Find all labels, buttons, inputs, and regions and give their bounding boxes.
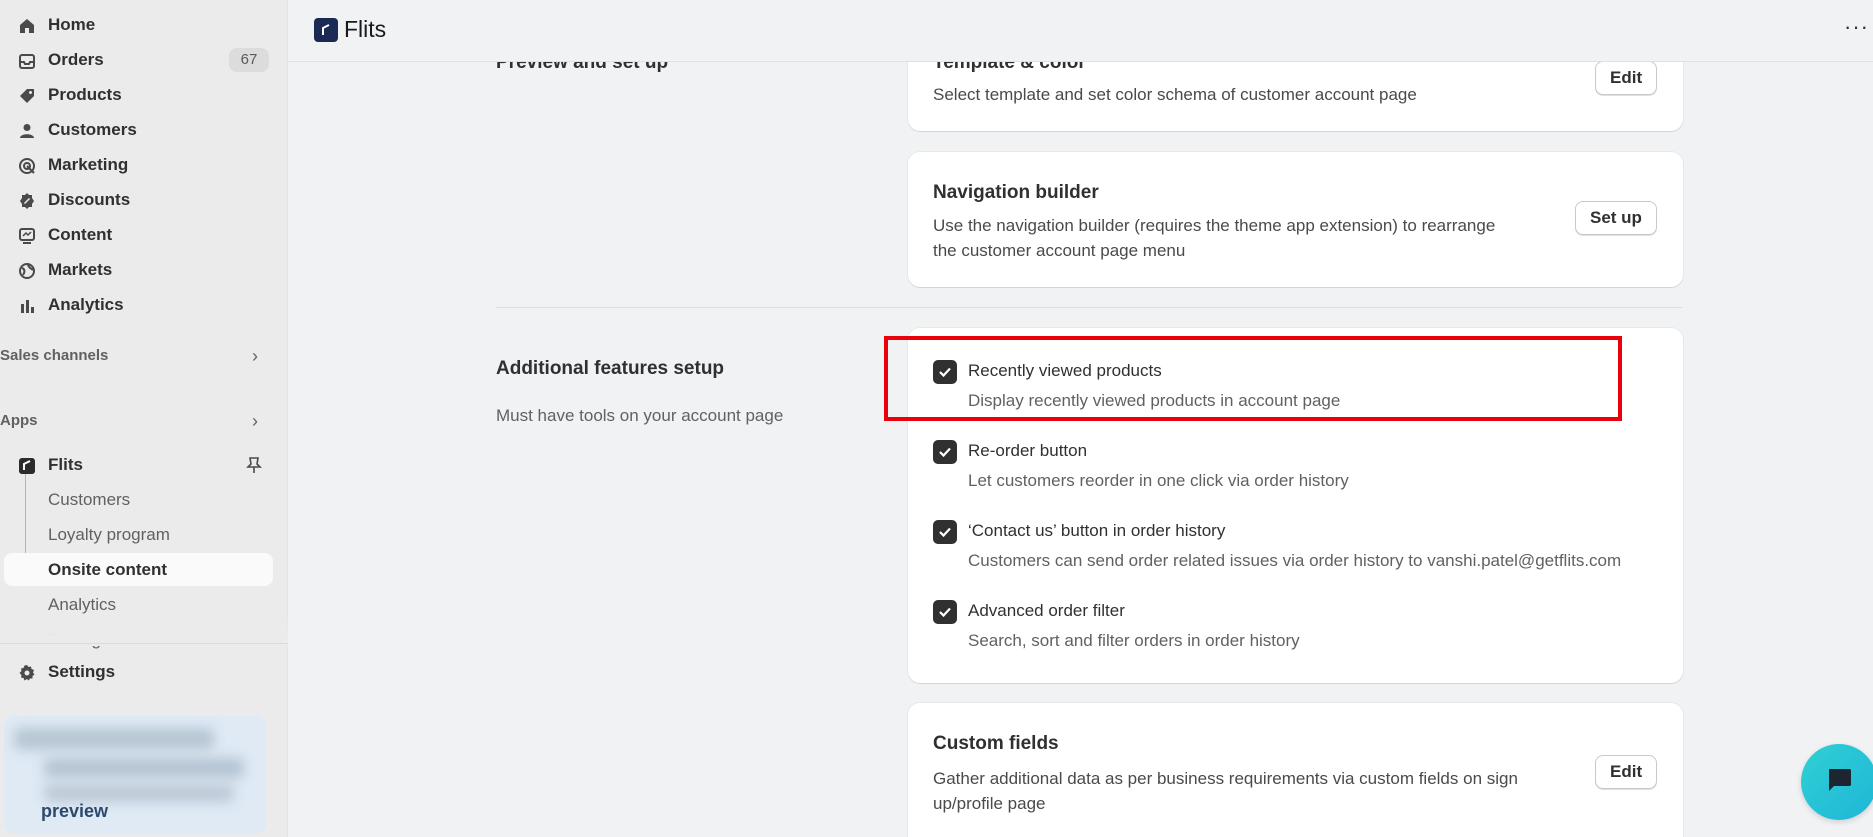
feature-desc: Search, sort and filter orders in order …	[968, 631, 1300, 650]
app-title: Flits	[344, 16, 387, 42]
feature-title: ‘Contact us’ button in order history	[968, 521, 1226, 540]
nav-builder-desc: Use the navigation builder (requires the…	[933, 216, 1496, 260]
section-divider	[496, 307, 1682, 308]
feature-desc: Customers can send order related issues …	[968, 551, 1622, 570]
gear-icon	[18, 664, 36, 682]
nav-discounts[interactable]: Discounts	[0, 183, 280, 216]
nav-home-label: Home	[48, 14, 96, 34]
feature-desc: Let customers reorder in one click via o…	[968, 471, 1349, 490]
custom-fields-title: Custom fields	[933, 733, 1059, 754]
sidebar: Home Orders 67 Products Customers Market…	[0, 0, 288, 837]
section-features-subtitle: Must have tools on your account page	[496, 406, 784, 425]
globe-icon	[18, 262, 36, 280]
custom-fields-card: Custom fields Gather additional data as …	[908, 703, 1683, 837]
preview-label: preview	[41, 801, 109, 821]
chat-bubble-icon	[1825, 767, 1853, 798]
nav-builder-setup-button[interactable]: Set up	[1575, 201, 1657, 235]
content-icon	[18, 227, 36, 245]
sidebar-separator	[0, 643, 288, 644]
discount-icon	[18, 192, 36, 210]
nav-customers-label: Customers	[48, 119, 137, 139]
nav-builder-title: Navigation builder	[933, 182, 1099, 203]
sub-item-loyalty-program[interactable]: Loyalty program	[48, 525, 170, 545]
nav-settings-label: Settings	[48, 661, 116, 681]
apps-chevron-icon[interactable]: ›	[252, 412, 266, 430]
person-icon	[18, 122, 36, 140]
store-preview-card[interactable]: preview	[4, 716, 266, 834]
sub-item-customers[interactable]: Customers	[48, 490, 130, 510]
blurred-store-info-2	[44, 784, 234, 802]
nav-products-label: Products	[48, 84, 122, 104]
sub-item-onsite-content[interactable]: Onsite content	[48, 560, 167, 580]
feature-title: Advanced order filter	[968, 601, 1125, 620]
section-features-title: Additional features setup	[496, 358, 725, 379]
sales-channels-chevron-icon[interactable]: ›	[252, 347, 266, 365]
nav-products[interactable]: Products	[0, 78, 280, 111]
bar-chart-icon	[18, 297, 36, 315]
checkbox-order-filter[interactable]	[933, 600, 957, 624]
home-icon	[18, 17, 36, 35]
nav-marketing-label: Marketing	[48, 154, 129, 174]
template-card-desc: Select template and set color schema of …	[933, 85, 1417, 104]
nav-analytics-label: Analytics	[48, 294, 124, 314]
blurred-store-info	[44, 758, 244, 778]
scroll-fade	[0, 610, 288, 646]
orders-count-badge: 67	[229, 47, 269, 72]
flits-logo-icon	[314, 18, 338, 42]
nav-orders-label: Orders	[48, 49, 104, 69]
chat-button[interactable]	[1801, 744, 1873, 820]
navigation-builder-card: Navigation builder Use the navigation bu…	[908, 152, 1683, 287]
nav-content[interactable]: Content	[0, 218, 280, 251]
checkbox-contact-us[interactable]	[933, 520, 957, 544]
nav-orders[interactable]: Orders 67	[0, 43, 280, 76]
nav-marketing[interactable]: Marketing	[0, 148, 280, 181]
orders-icon	[18, 52, 36, 70]
more-actions-icon[interactable]: ···	[1844, 14, 1869, 40]
target-icon	[18, 157, 36, 175]
sales-channels-heading[interactable]: Sales channels	[0, 347, 108, 364]
nav-app-flits[interactable]: Flits	[0, 448, 280, 481]
nav-markets-label: Markets	[48, 259, 113, 279]
apps-heading[interactable]: Apps	[0, 412, 38, 429]
nav-customers[interactable]: Customers	[0, 113, 280, 146]
checkbox-reorder[interactable]	[933, 440, 957, 464]
flits-app-icon	[18, 457, 36, 475]
pin-icon[interactable]	[246, 456, 262, 479]
template-edit-button[interactable]: Edit	[1595, 61, 1658, 95]
top-bar: Flits ···	[288, 0, 1873, 62]
nav-app-flits-label: Flits	[48, 454, 83, 474]
nav-analytics[interactable]: Analytics	[0, 288, 280, 321]
nav-markets[interactable]: Markets	[0, 253, 280, 286]
tag-icon	[18, 87, 36, 105]
highlight-box	[884, 336, 1622, 421]
nav-settings[interactable]: Settings	[0, 655, 280, 688]
nav-content-label: Content	[48, 224, 113, 244]
blurred-store-name	[14, 728, 214, 750]
feature-title: Re-order button	[968, 441, 1088, 460]
custom-fields-edit-button[interactable]: Edit	[1595, 755, 1658, 789]
nav-discounts-label: Discounts	[48, 189, 131, 209]
custom-fields-desc: Gather additional data as per business r…	[933, 769, 1518, 813]
nav-home[interactable]: Home	[0, 8, 280, 41]
